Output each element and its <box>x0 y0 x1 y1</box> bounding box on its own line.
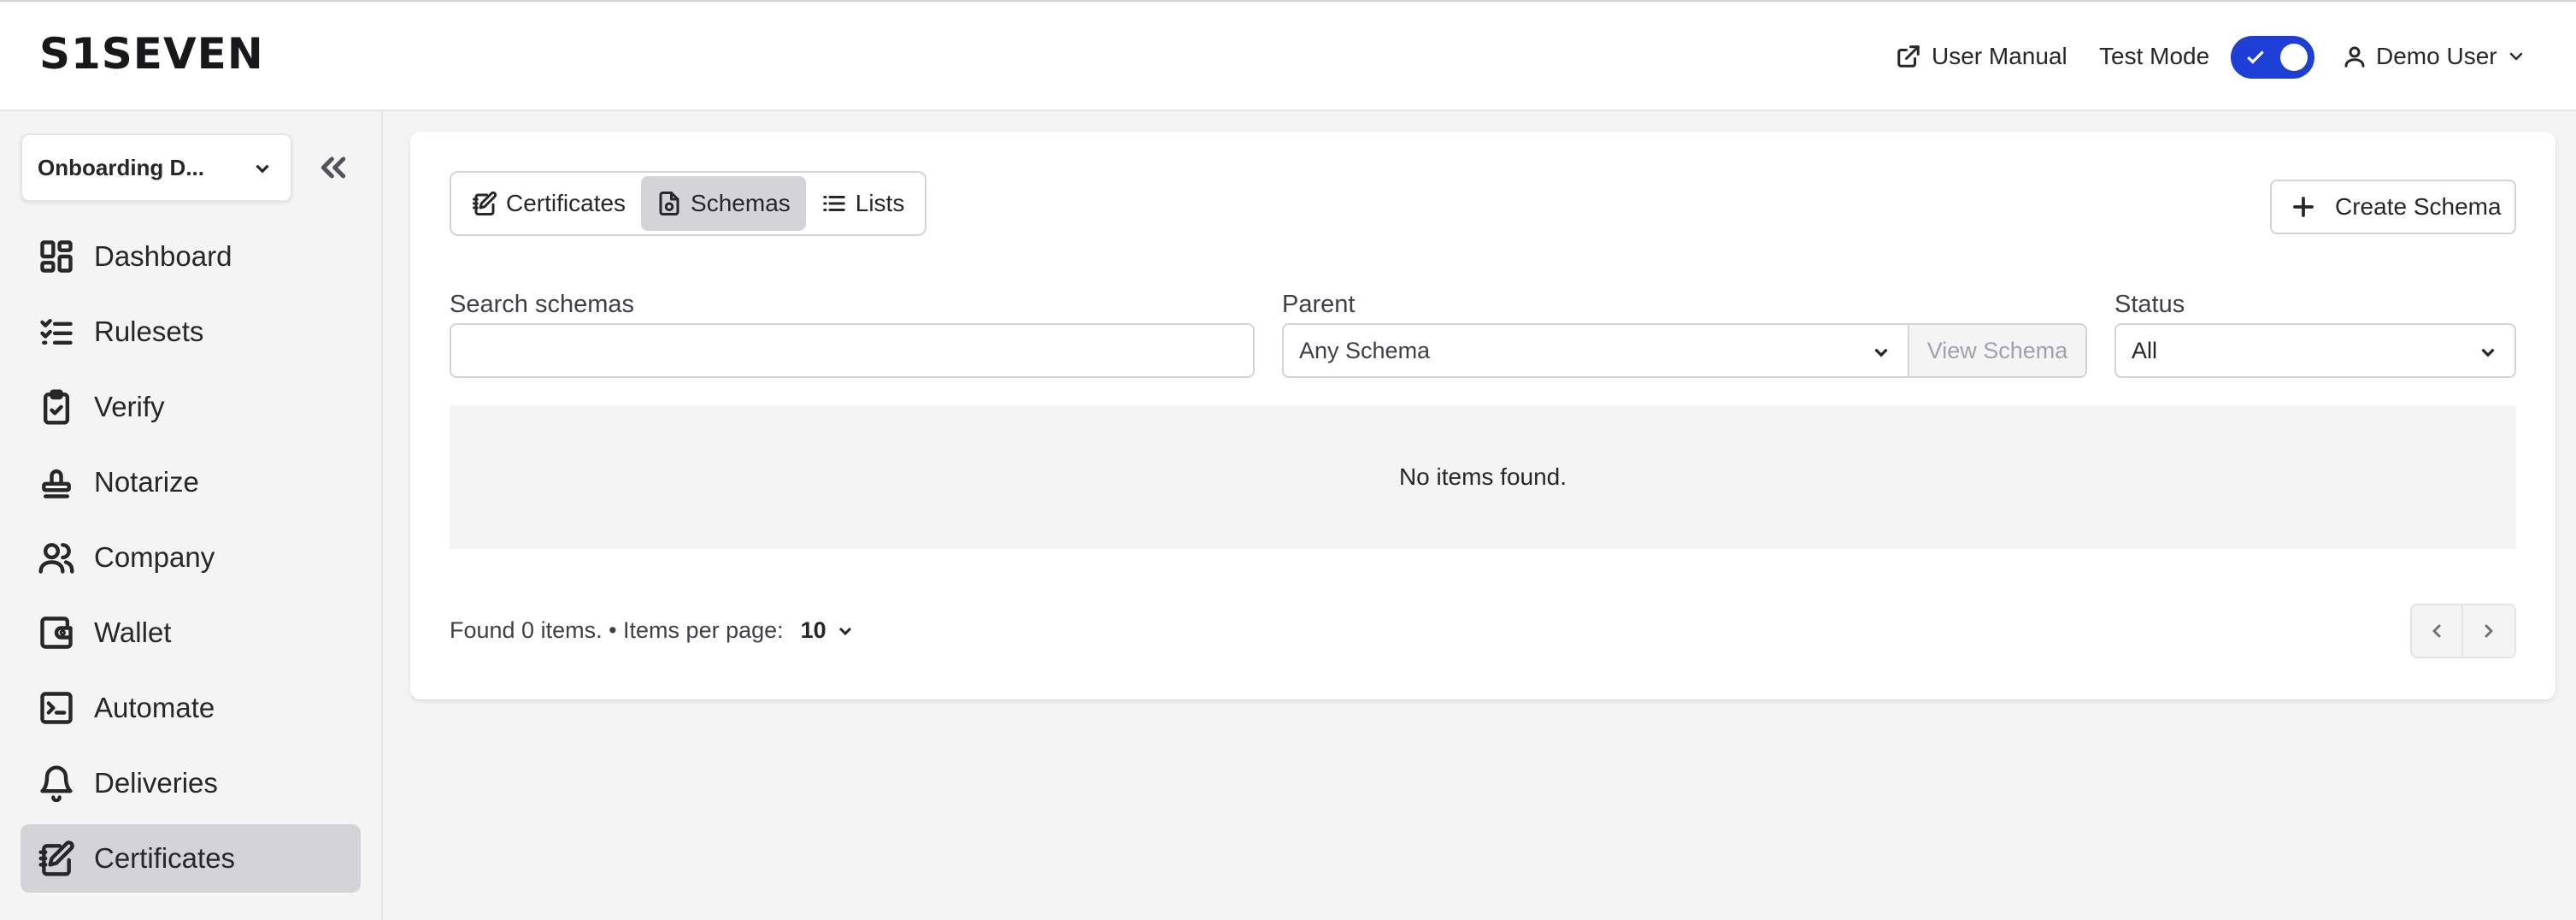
organization-select[interactable]: Onboarding D... <box>21 133 292 202</box>
status-label: Status <box>2114 291 2185 318</box>
sidebar-item-label: Wallet <box>94 616 172 648</box>
items-per-page-value: 10 <box>800 617 826 643</box>
parent-select[interactable]: Any Schema <box>1282 323 1909 378</box>
sidebar-nav: Dashboard Rulesets Verify Notarize Compa… <box>21 222 361 899</box>
previous-page-button[interactable] <box>2412 605 2463 657</box>
parent-select-value: Any Schema <box>1299 337 1431 363</box>
check-icon <box>2247 50 2264 64</box>
stamp-icon <box>42 469 71 498</box>
sidebar-item-label: Dashboard <box>94 240 232 272</box>
user-menu[interactable]: Demo User <box>2342 39 2526 74</box>
found-items-text: Found 0 items. • Items per page: <box>450 617 784 643</box>
section-tabs: Certificates Schemas Lists <box>450 171 927 236</box>
list-check-icon <box>40 318 73 345</box>
chevron-down-icon <box>2481 348 2495 357</box>
sidebar-item-label: Automate <box>94 692 215 723</box>
tab-schemas[interactable]: Schemas <box>641 176 806 231</box>
user-manual-link[interactable]: User Manual <box>1896 39 2067 74</box>
sidebar-item-label: Company <box>94 541 215 573</box>
toggle-knob <box>2280 44 2308 71</box>
users-icon <box>38 543 74 574</box>
user-manual-label: User Manual <box>1932 43 2067 69</box>
chevron-down-icon <box>1874 348 1888 357</box>
sidebar-item-deliveries[interactable]: Deliveries <box>21 749 361 817</box>
bell-icon <box>40 765 73 802</box>
chevron-left-icon <box>2432 624 2441 638</box>
certificate-edit-icon <box>38 840 74 876</box>
sidebar: Onboarding D... Dashboard Rulesets Verif… <box>0 111 383 920</box>
sidebar-item-certificates[interactable]: Certificates <box>21 824 361 893</box>
test-mode-label: Test Mode <box>2099 43 2210 69</box>
empty-message: No items found. <box>1398 463 1567 490</box>
next-page-button[interactable] <box>2463 605 2514 657</box>
wallet-icon <box>40 616 73 649</box>
tab-label: Lists <box>855 190 905 216</box>
test-mode-toggle[interactable] <box>2231 36 2314 79</box>
items-per-page-select[interactable]: 10 <box>801 617 856 644</box>
user-name: Demo User <box>2376 43 2497 69</box>
empty-state: No items found. <box>450 405 2516 549</box>
list-icon <box>823 196 845 211</box>
tab-label: Certificates <box>506 190 626 216</box>
sidebar-item-label: Certificates <box>94 842 236 874</box>
schemas-card: Certificates Schemas Lists Create Schema… <box>410 132 2555 699</box>
sidebar-item-label: Rulesets <box>94 316 204 347</box>
chevron-down-icon <box>2509 52 2522 61</box>
search-schemas-input[interactable] <box>450 323 1255 378</box>
sidebar-item-label: Deliveries <box>94 767 218 799</box>
sidebar-item-label: Verify <box>94 391 165 422</box>
sidebar-item-notarize[interactable]: Notarize <box>21 448 361 516</box>
sidebar-item-company[interactable]: Company <box>21 523 361 592</box>
tab-lists[interactable]: Lists <box>806 176 920 231</box>
chevron-down-icon <box>838 627 851 635</box>
sidebar-item-verify[interactable]: Verify <box>21 373 361 441</box>
pagination-summary: Found 0 items. • Items per page: 10 <box>450 617 856 644</box>
sidebar-item-automate[interactable]: Automate <box>21 674 361 742</box>
sidebar-item-label: Notarize <box>94 466 199 498</box>
app-logo[interactable]: S1SEVEN <box>39 29 264 79</box>
collapse-sidebar-button[interactable] <box>316 150 350 185</box>
sidebar-item-rulesets[interactable]: Rulesets <box>21 298 361 366</box>
chevron-down-icon <box>256 164 269 174</box>
status-select-value: All <box>2132 337 2158 363</box>
status-select[interactable]: All <box>2114 323 2516 378</box>
clipboard-check-icon <box>43 389 70 425</box>
plus-icon <box>2293 197 2314 217</box>
user-icon <box>2344 46 2365 68</box>
create-schema-label: Create Schema <box>2335 193 2502 220</box>
create-schema-button[interactable]: Create Schema <box>2270 180 2516 234</box>
external-link-icon <box>1897 45 1920 68</box>
view-schema-button[interactable]: View Schema <box>1908 323 2087 378</box>
sidebar-item-wallet[interactable]: Wallet <box>21 599 361 667</box>
parent-label: Parent <box>1282 291 1356 318</box>
chevrons-left-icon <box>321 156 346 179</box>
file-schema-icon <box>659 192 679 215</box>
search-label: Search schemas <box>450 291 634 318</box>
terminal-icon <box>40 692 73 724</box>
top-header: S1SEVEN User Manual Test Mode Demo User <box>0 0 2576 111</box>
certificate-edit-icon <box>473 191 497 215</box>
tab-label: Schemas <box>691 190 791 216</box>
chevron-right-icon <box>2485 624 2493 638</box>
organization-name: Onboarding D... <box>38 154 204 180</box>
dashboard-icon <box>40 240 73 273</box>
tab-certificates[interactable]: Certificates <box>456 176 641 231</box>
pagination-controls <box>2410 604 2516 658</box>
sidebar-item-dashboard[interactable]: Dashboard <box>21 222 361 291</box>
